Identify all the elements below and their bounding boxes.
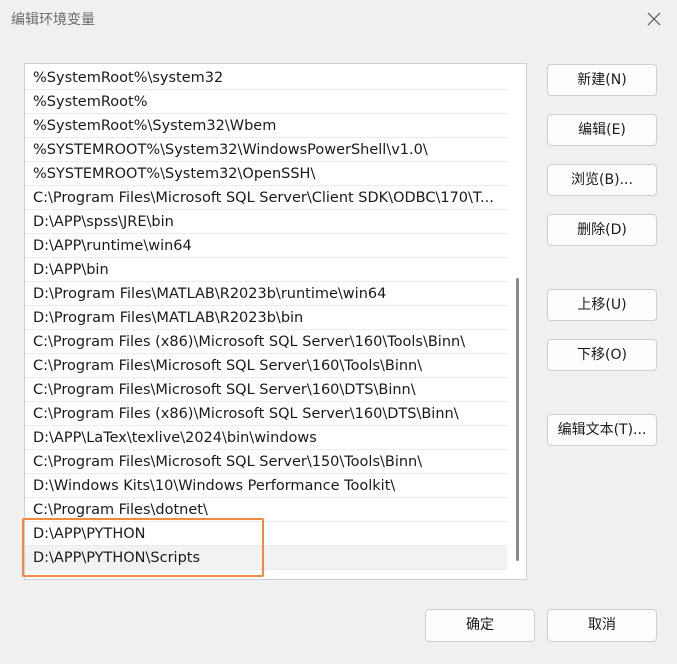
list-scrollbar[interactable]: [512, 68, 524, 575]
path-list-item[interactable]: D:\Program Files\MATLAB\R2023b\runtime\w…: [25, 282, 507, 306]
path-list-item[interactable]: D:\APP\bin: [25, 258, 507, 282]
path-list-item[interactable]: D:\APP\spss\JRE\bin: [25, 210, 507, 234]
delete-button[interactable]: 删除(D): [547, 214, 657, 246]
scrollbar-thumb[interactable]: [516, 278, 519, 561]
path-rows: %SystemRoot%\system32 %SystemRoot% %System…: [25, 66, 507, 570]
path-list-item[interactable]: C:\Program Files\Microsoft SQL Server\16…: [25, 378, 507, 402]
move-up-button[interactable]: 上移(U): [547, 289, 657, 321]
path-list-item[interactable]: C:\Program Files\Microsoft SQL Server\Cl…: [25, 186, 507, 210]
path-list-item[interactable]: C:\Program Files (x86)\Microsoft SQL Ser…: [25, 330, 507, 354]
path-list-item[interactable]: %SystemRoot%: [25, 90, 507, 114]
path-list-item[interactable]: D:\Windows Kits\10\Windows Performance T…: [25, 474, 507, 498]
path-list-item[interactable]: %SystemRoot%\System32\Wbem: [25, 114, 507, 138]
path-list-item[interactable]: C:\Program Files\Microsoft SQL Server\15…: [25, 450, 507, 474]
browse-button[interactable]: 浏览(B)...: [547, 164, 657, 196]
ok-button[interactable]: 确定: [425, 609, 535, 642]
window-title: 编辑环境变量: [11, 12, 95, 28]
path-list-item[interactable]: D:\APP\PYTHON: [25, 522, 507, 546]
path-list-item[interactable]: %SYSTEMROOT%\System32\OpenSSH\: [25, 162, 507, 186]
path-list-item[interactable]: %SYSTEMROOT%\System32\WindowsPowerShell\…: [25, 138, 507, 162]
path-list-item[interactable]: C:\Program Files\Microsoft SQL Server\16…: [25, 354, 507, 378]
path-list-item[interactable]: D:\APP\PYTHON\Scripts: [25, 546, 507, 570]
new-button[interactable]: 新建(N): [547, 64, 657, 96]
edit-button[interactable]: 编辑(E): [547, 114, 657, 146]
cancel-button[interactable]: 取消: [547, 609, 657, 642]
path-list-item[interactable]: C:\Program Files (x86)\Microsoft SQL Ser…: [25, 402, 507, 426]
move-down-button[interactable]: 下移(O): [547, 339, 657, 371]
close-icon: [647, 12, 661, 26]
close-button[interactable]: [631, 0, 677, 38]
edit-text-button[interactable]: 编辑文本(T)...: [547, 414, 657, 446]
path-list-item[interactable]: D:\APP\runtime\win64: [25, 234, 507, 258]
title-bar: 编辑环境变量: [0, 0, 677, 38]
path-list-item[interactable]: %SystemRoot%\system32: [25, 66, 507, 90]
path-list[interactable]: %SystemRoot%\system32 %SystemRoot% %System…: [24, 63, 527, 580]
path-list-item[interactable]: D:\APP\LaTex\texlive\2024\bin\windows: [25, 426, 507, 450]
path-list-item[interactable]: C:\Program Files\dotnet\: [25, 498, 507, 522]
path-list-item[interactable]: D:\Program Files\MATLAB\R2023b\bin: [25, 306, 507, 330]
